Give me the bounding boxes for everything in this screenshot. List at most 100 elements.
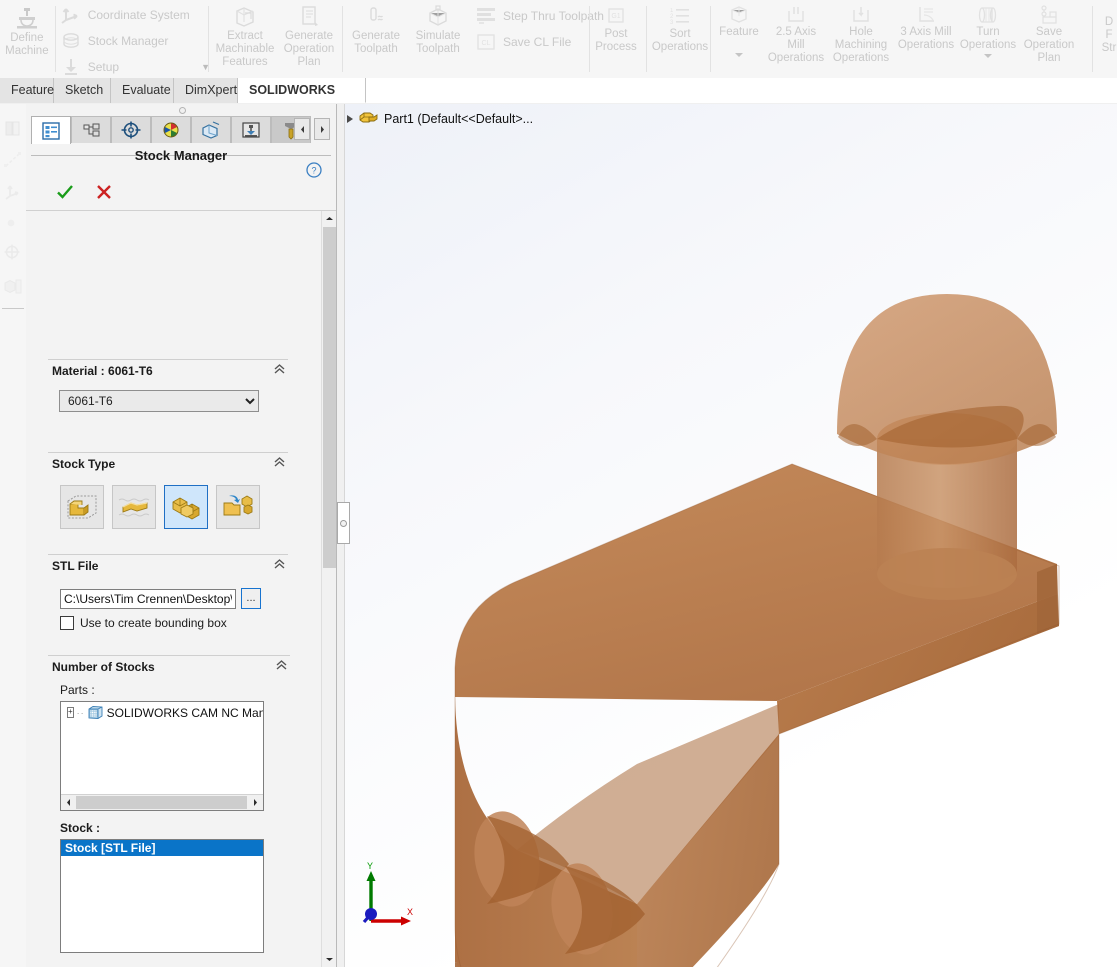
three-axis-mill-icon xyxy=(914,4,938,26)
panel-tab-cam-setup[interactable] xyxy=(231,116,271,143)
panel-tab-property-manager[interactable] xyxy=(31,116,71,144)
parts-horizontal-scrollbar[interactable] xyxy=(61,794,263,810)
parts-listbox[interactable]: + ·· SOLIDWORKS CAM NC Manage xyxy=(60,701,264,811)
ribbon-post-process[interactable]: G1 Post Process xyxy=(592,0,640,54)
panel-tab-display-manager[interactable] xyxy=(151,116,191,143)
ribbon-save-operation-plan-label: Save Operation Plan xyxy=(1023,26,1075,64)
stock-listbox[interactable]: Stock [STL File] xyxy=(60,839,264,953)
ribbon-feature-label: Feature xyxy=(719,26,759,38)
step-thru-toolpath-icon xyxy=(475,6,497,26)
sketch-line-icon[interactable] xyxy=(3,150,23,170)
panel-tab-prev-button[interactable] xyxy=(294,118,310,140)
list-item[interactable]: Stock [STL File] xyxy=(61,840,263,856)
ribbon-turn-operations[interactable]: Turn Operations xyxy=(957,0,1019,58)
stock-type-header: Stock Type xyxy=(48,452,288,474)
ribbon-setup[interactable]: Setup ▼ xyxy=(58,54,210,78)
generate-toolpath-icon xyxy=(363,4,389,30)
graphics-area[interactable]: Part1 (Default<<Default>... Y X xyxy=(337,104,1117,967)
axis-x-label: X xyxy=(407,907,413,917)
stl-path-input[interactable] xyxy=(60,588,236,609)
feature-dropdown-icon[interactable] xyxy=(735,53,743,57)
material-select[interactable]: 6061-T6 xyxy=(59,390,259,412)
collapse-chevron-icon[interactable] xyxy=(273,363,286,374)
point-icon[interactable] xyxy=(3,216,23,230)
svg-text:?: ? xyxy=(311,166,316,176)
ribbon-save-cl-file[interactable]: CL Save CL File xyxy=(473,29,604,55)
tab-dimxpert[interactable]: DimXpert xyxy=(174,78,238,103)
panel-tab-feature-manager[interactable] xyxy=(71,116,111,143)
ribbon-stock-manager[interactable]: Stock Manager xyxy=(58,28,210,54)
ribbon-extract-machinable-features[interactable]: Extract Machinable Features xyxy=(212,0,278,69)
panel-grip-dot xyxy=(179,107,186,114)
stock-manager-icon xyxy=(60,30,82,52)
collapse-chevron-icon[interactable] xyxy=(273,456,286,467)
stock-label: Stock : xyxy=(60,821,101,835)
ribbon-define-feature-strategy[interactable]: D F Str xyxy=(1096,0,1117,55)
section-stl-file: STL File ... Use to create bounding box xyxy=(48,554,288,630)
ribbon-sort-operations[interactable]: 123 Sort Operations xyxy=(648,0,712,54)
scroll-right-icon[interactable] xyxy=(248,795,263,809)
tab-sketch[interactable]: Sketch xyxy=(54,78,111,103)
origin-icon[interactable] xyxy=(3,242,23,262)
extract-features-icon xyxy=(232,4,258,30)
list-item[interactable]: + ·· SOLIDWORKS CAM NC Manage xyxy=(61,702,263,720)
property-manager-panel: Stock Manager ? Material : 6061-T6 6061-… xyxy=(26,104,337,967)
ribbon-coordinate-system[interactable]: Coordinate System xyxy=(58,2,210,28)
ribbon-define-machine[interactable]: Define Machine xyxy=(2,0,52,58)
collapse-chevron-icon[interactable] xyxy=(273,558,286,569)
ribbon-hole-machining-operations[interactable]: Hole Machining Operations xyxy=(827,0,895,65)
coordinate-triad-icon[interactable] xyxy=(3,182,23,202)
svg-text:G1: G1 xyxy=(611,13,620,20)
ribbon-simulate-toolpath[interactable]: Simulate Toolpath xyxy=(407,0,469,56)
collapse-chevron-icon[interactable] xyxy=(275,659,288,670)
stl-stock-model[interactable] xyxy=(337,104,1117,967)
section-stock-type: Stock Type xyxy=(48,452,288,529)
panel-tab-strip xyxy=(31,116,331,156)
stock-type-stl-button[interactable] xyxy=(164,485,208,529)
stock-type-bounding-box-button[interactable] xyxy=(60,485,104,529)
panel-tab-dimxpert-manager[interactable] xyxy=(191,116,231,143)
parts-label: Parts : xyxy=(60,683,95,697)
section-number-of-stocks: Number of Stocks Parts : + ·· SOLIDWORKS… xyxy=(48,655,290,953)
tab-solidworks-cam[interactable]: SOLIDWORKS CAM xyxy=(238,78,366,122)
ribbon-hole-machining-label: Hole Machining Operations xyxy=(832,26,890,64)
tab-features[interactable]: Features xyxy=(0,78,60,103)
scroll-left-icon[interactable] xyxy=(61,795,76,809)
ribbon-25-axis-label: 2.5 Axis Mill Operations xyxy=(767,26,825,64)
ribbon-step-thru-toolpath[interactable]: Step Thru Toolpath xyxy=(473,3,604,29)
save-cl-file-icon: CL xyxy=(475,32,497,52)
ribbon-25-axis-mill-operations[interactable]: 2.5 Axis Mill Operations xyxy=(765,0,827,65)
panel-grip[interactable] xyxy=(26,104,336,115)
panel-tab-configuration-manager[interactable] xyxy=(111,116,151,143)
save-operation-plan-icon xyxy=(1037,4,1061,26)
stl-browse-button[interactable]: ... xyxy=(241,588,261,609)
scroll-down-icon[interactable] xyxy=(322,952,336,967)
scroll-up-icon[interactable] xyxy=(322,211,336,226)
stl-file-header-label: STL File xyxy=(52,559,99,573)
ribbon-generate-toolpath[interactable]: Generate Toolpath xyxy=(345,0,407,56)
bounding-box-checkbox[interactable] xyxy=(60,616,74,630)
stock-type-sketch-button[interactable] xyxy=(112,485,156,529)
left-icon-strip xyxy=(0,104,27,967)
ribbon-feature[interactable]: Feature xyxy=(713,0,765,57)
panel-tab-next-button[interactable] xyxy=(314,118,330,140)
stock-type-part-file-button[interactable] xyxy=(216,485,260,529)
turn-operations-dropdown-icon[interactable] xyxy=(984,54,992,58)
help-icon[interactable]: ? xyxy=(306,162,322,178)
display-pane-icon[interactable] xyxy=(3,118,23,138)
panel-vertical-scrollbar[interactable] xyxy=(321,211,336,967)
expand-plus-icon[interactable]: + xyxy=(67,707,74,718)
ribbon-sort-operations-label: Sort Operations xyxy=(651,28,709,53)
panel-scroll-thumb[interactable] xyxy=(323,227,336,568)
ribbon-3-axis-mill-operations[interactable]: 3 Axis Mill Operations xyxy=(895,0,957,52)
ribbon-extract-features-label: Extract Machinable Features xyxy=(215,30,275,68)
cancel-x-icon[interactable] xyxy=(96,184,112,200)
parts-scroll-thumb[interactable] xyxy=(76,796,247,809)
ribbon-generate-operation-plan[interactable]: Generate Operation Plan xyxy=(278,0,340,69)
tab-evaluate[interactable]: Evaluate xyxy=(111,78,174,103)
appearance-cube-icon[interactable] xyxy=(3,276,25,296)
ribbon-toolbar: Define Machine Coordinate System Stock M… xyxy=(0,0,1117,79)
ok-checkmark-icon[interactable] xyxy=(56,184,74,200)
ribbon-save-cl-file-label: Save CL File xyxy=(503,35,572,49)
ribbon-save-operation-plan[interactable]: Save Operation Plan xyxy=(1019,0,1079,65)
